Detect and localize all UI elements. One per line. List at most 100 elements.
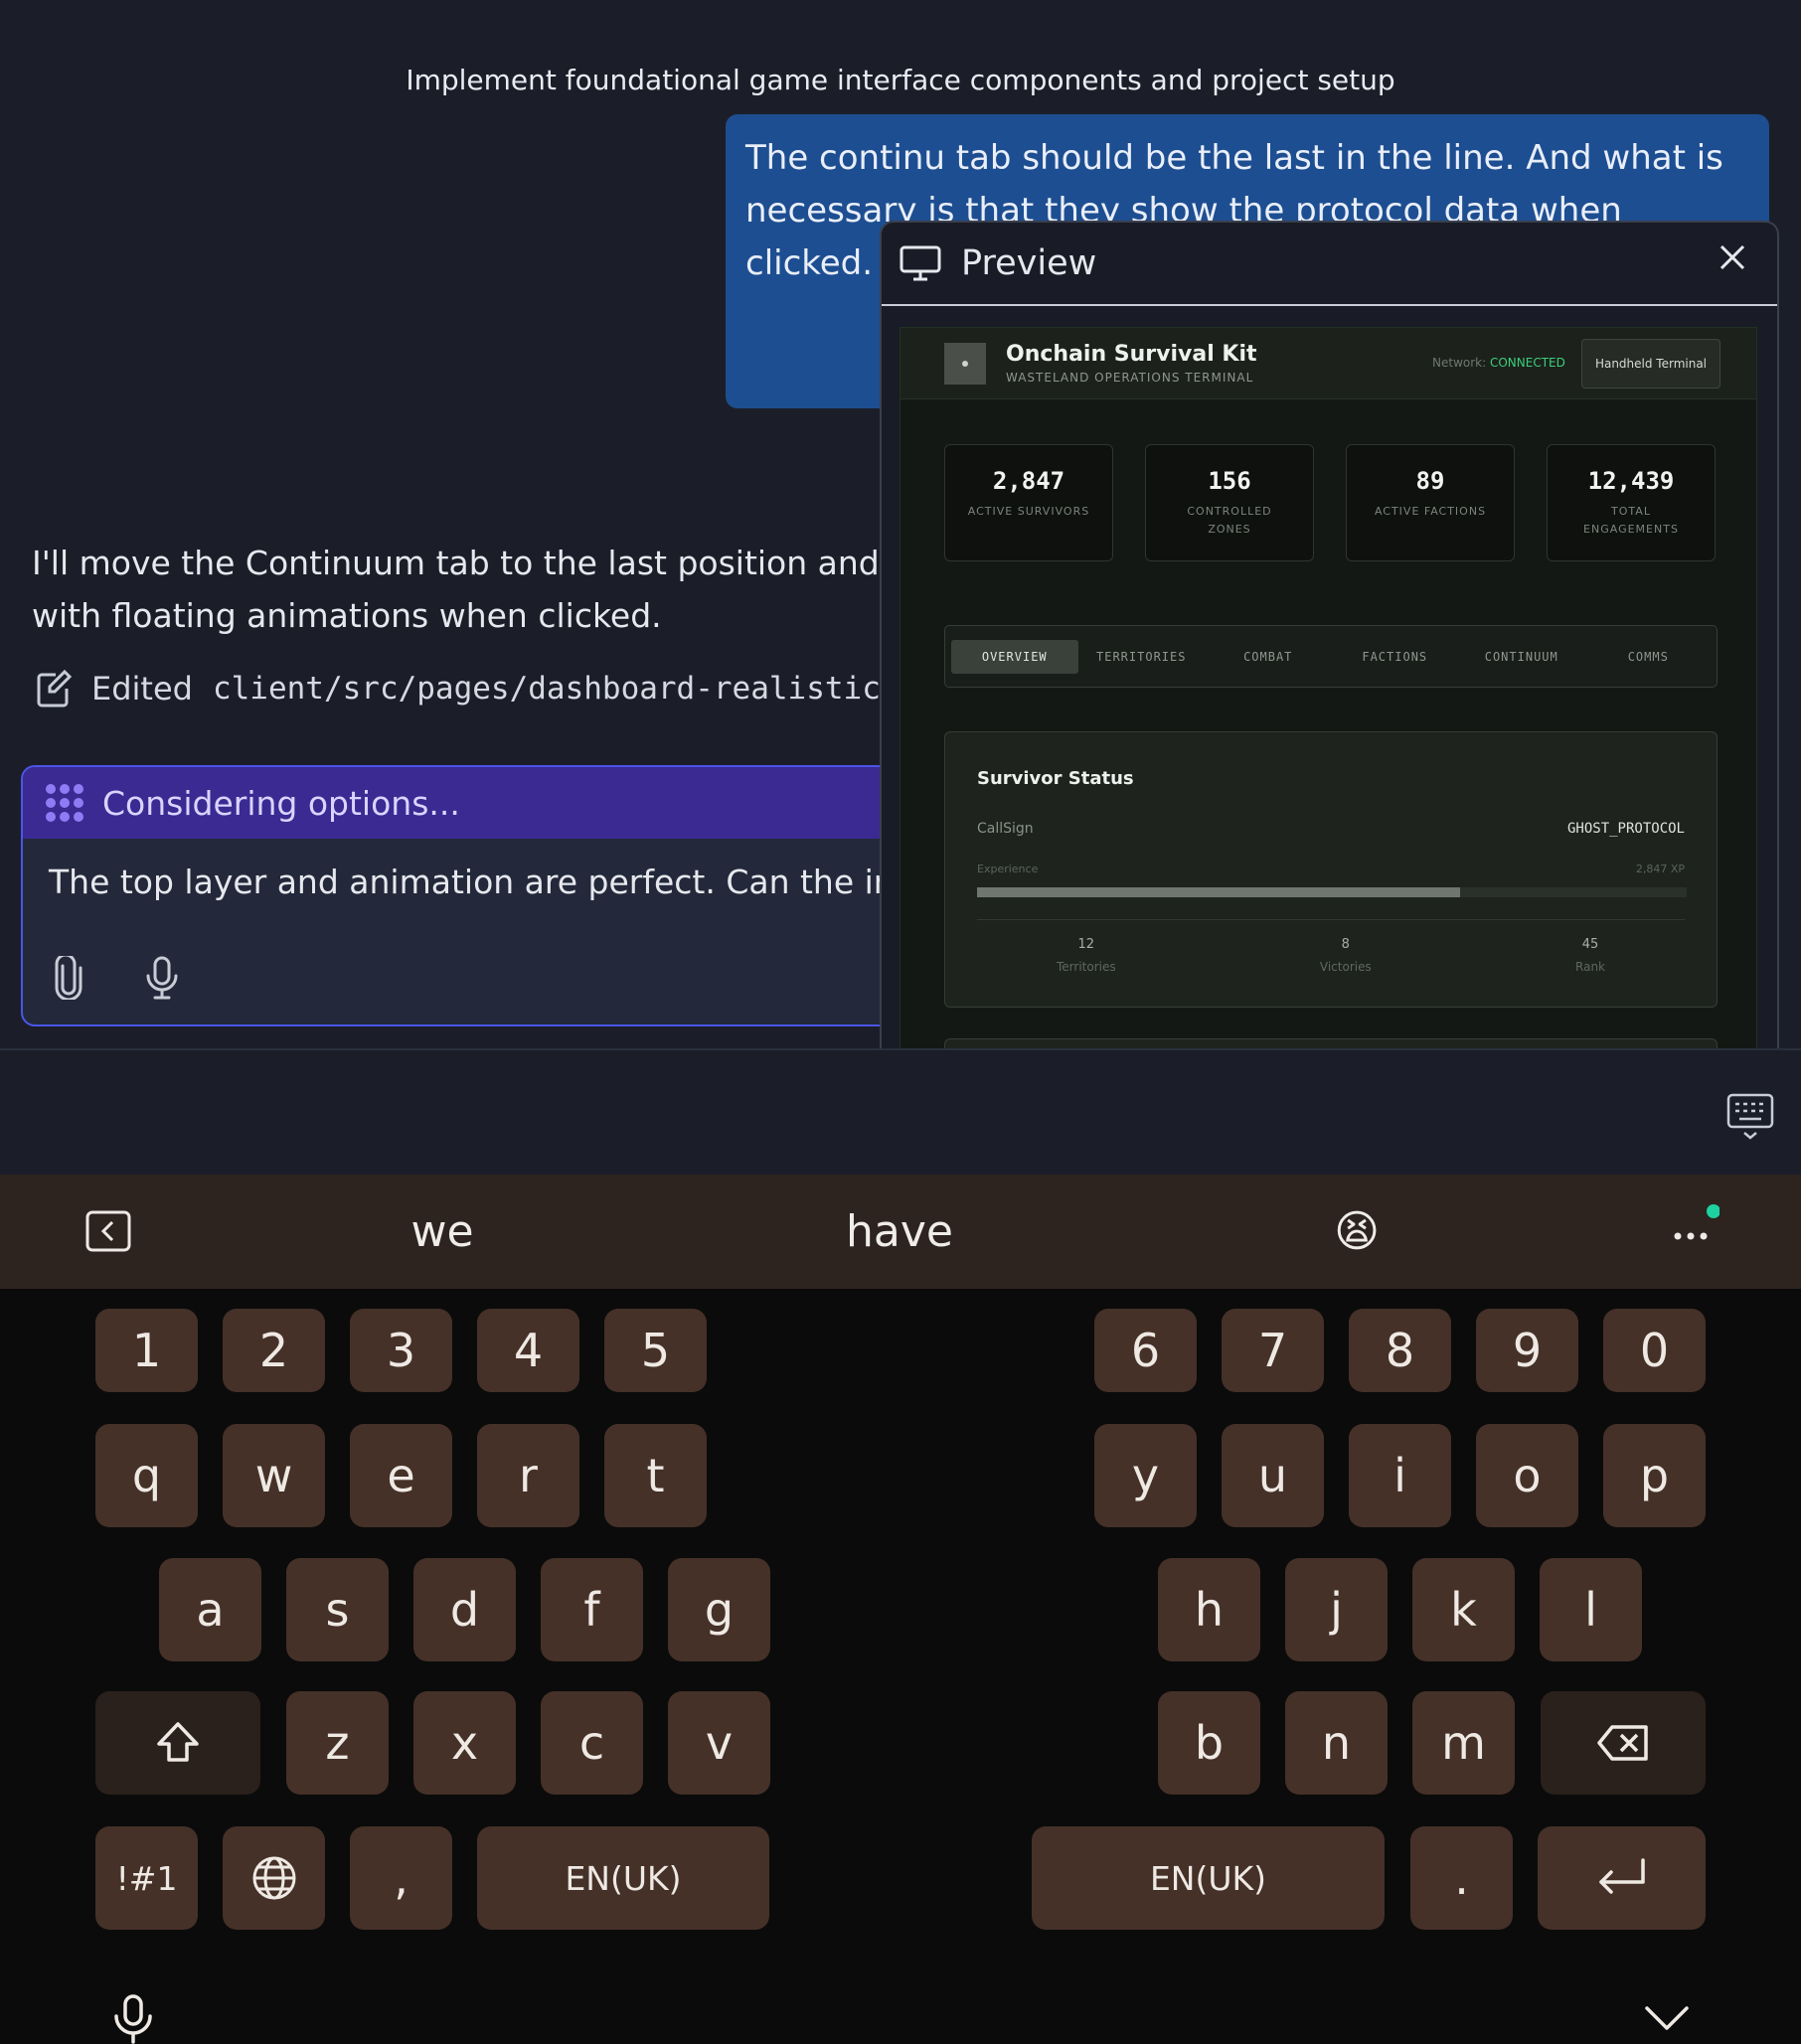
key-s[interactable]: s [286, 1558, 389, 1661]
game-subtitle: WASTELAND OPERATIONS TERMINAL [1006, 371, 1254, 385]
key-o[interactable]: o [1476, 1424, 1578, 1527]
enter-key[interactable] [1538, 1826, 1706, 1930]
back-arrow-icon[interactable] [85, 1210, 131, 1252]
suggestion-bar: we have 😫 [0, 1175, 1801, 1289]
edited-file-row[interactable]: Edited client/src/pages/dashboard-realis… [36, 664, 917, 713]
voice-input-icon[interactable] [111, 1994, 155, 2044]
key-k[interactable]: k [1412, 1558, 1515, 1661]
key-e[interactable]: e [350, 1424, 452, 1527]
keyboard-toggle-icon[interactable] [1725, 1091, 1775, 1141]
handheld-terminal-button[interactable]: Handheld Terminal [1581, 339, 1720, 389]
more-options-icon[interactable] [1670, 1202, 1719, 1252]
space-key-left[interactable]: EN(UK) [477, 1826, 769, 1930]
key-4[interactable]: 4 [477, 1309, 579, 1392]
preview-title: Preview [961, 243, 1097, 283]
edited-file-path: client/src/pages/dashboard-realistic.t [212, 671, 918, 707]
key-x[interactable]: x [413, 1691, 516, 1795]
key-z[interactable]: z [286, 1691, 389, 1795]
monitor-icon [900, 245, 941, 281]
key-l[interactable]: l [1540, 1558, 1642, 1661]
metric-label: Rank [1575, 960, 1605, 974]
key-u[interactable]: u [1222, 1424, 1324, 1527]
key-y[interactable]: y [1094, 1424, 1197, 1527]
key-n[interactable]: n [1285, 1691, 1388, 1795]
comma-key[interactable]: , [350, 1826, 452, 1930]
suggestion-emoji[interactable]: 😫 [1183, 1175, 1531, 1289]
key-i[interactable]: i [1349, 1424, 1451, 1527]
space-key-right[interactable]: EN(UK) [1032, 1826, 1385, 1930]
key-g[interactable]: g [668, 1558, 770, 1661]
key-d[interactable]: d [413, 1558, 516, 1661]
key-m[interactable]: m [1412, 1691, 1515, 1795]
key-j[interactable]: j [1285, 1558, 1388, 1661]
key-v[interactable]: v [668, 1691, 770, 1795]
language-key[interactable] [223, 1826, 325, 1930]
metric-label: Victories [1319, 960, 1372, 974]
attach-icon[interactable] [51, 956, 86, 1000]
agent-status-text: Considering options... [102, 783, 460, 823]
close-icon[interactable] [1718, 242, 1747, 272]
hide-keyboard-icon[interactable] [1643, 2002, 1691, 2032]
key-5[interactable]: 5 [604, 1309, 707, 1392]
stat-label: ACTIVE FACTIONS [1374, 505, 1487, 518]
key-2[interactable]: 2 [223, 1309, 325, 1392]
game-preview: Onchain Survival Kit WASTELAND OPERATION… [900, 327, 1757, 1048]
key-c[interactable]: c [541, 1691, 643, 1795]
tab-overview[interactable]: OVERVIEW [951, 639, 1078, 674]
key-t[interactable]: t [604, 1424, 707, 1527]
enter-icon [1598, 1858, 1645, 1894]
soft-keyboard: we have 😫 1234567890qwertyuiopasdfghjklz… [0, 1175, 1801, 2044]
key-6[interactable]: 6 [1094, 1309, 1197, 1392]
shift-icon [157, 1722, 199, 1762]
period-key[interactable]: . [1410, 1826, 1513, 1930]
metric-value: 12 [1077, 937, 1095, 952]
key-f[interactable]: f [541, 1558, 643, 1661]
stat-value: 12,439 [1587, 467, 1675, 495]
metric-label: Territories [1057, 960, 1116, 974]
key-r[interactable]: r [477, 1424, 579, 1527]
tab-continuum[interactable]: CONTINUUM [1458, 640, 1585, 674]
key-0[interactable]: 0 [1603, 1309, 1706, 1392]
key-7[interactable]: 7 [1222, 1309, 1324, 1392]
tab-territories[interactable]: TERRITORIES [1078, 640, 1206, 674]
preview-panel: Preview Onchain Survival Kit WASTELAND O… [880, 221, 1779, 1048]
key-9[interactable]: 9 [1476, 1309, 1578, 1392]
network-status: Network: CONNECTED [1432, 356, 1565, 370]
chat-area: Implement foundational game interface co… [0, 0, 1801, 1048]
network-label: Network: [1432, 356, 1487, 370]
backspace-icon [1597, 1725, 1648, 1761]
stat-label: CONTROLLED ZONES [1187, 505, 1272, 536]
callsign-label: CallSign [977, 821, 1034, 837]
backspace-key[interactable] [1541, 1691, 1706, 1795]
key-a[interactable]: a [159, 1558, 261, 1661]
stat-card: 89 ACTIVE FACTIONS [1346, 444, 1515, 561]
key-b[interactable]: b [1158, 1691, 1260, 1795]
edit-icon [37, 669, 72, 708]
tab-combat[interactable]: COMBAT [1205, 640, 1332, 674]
key-q[interactable]: q [95, 1424, 198, 1527]
key-3[interactable]: 3 [350, 1309, 452, 1392]
microphone-icon[interactable] [144, 956, 180, 1000]
survivor-status-card: Survivor Status CallSign GHOST_PROTOCOL … [944, 731, 1718, 1008]
preview-header: Preview [882, 223, 1777, 306]
stat-label: TOTAL ENGAGEMENTS [1583, 505, 1679, 536]
stat-value: 89 [1415, 467, 1445, 495]
key-1[interactable]: 1 [95, 1309, 198, 1392]
metric-territories: 12 Territories [1057, 934, 1116, 978]
key-w[interactable]: w [223, 1424, 325, 1527]
suggestion[interactable]: have [726, 1175, 1073, 1289]
key-h[interactable]: h [1158, 1558, 1260, 1661]
experience-bar [977, 887, 1687, 897]
shift-key[interactable] [95, 1691, 260, 1795]
stat-value: 2,847 [992, 467, 1065, 495]
experience-label: Experience [977, 863, 1039, 875]
tab-comms[interactable]: COMMS [1585, 640, 1713, 674]
symbols-key[interactable]: !#1 [95, 1826, 198, 1930]
tab-factions[interactable]: FACTIONS [1332, 640, 1459, 674]
game-logo [944, 342, 986, 385]
next-card [944, 1038, 1718, 1048]
key-8[interactable]: 8 [1349, 1309, 1451, 1392]
stat-card: 156 CONTROLLED ZONES [1145, 444, 1314, 561]
suggestion[interactable]: we [268, 1175, 616, 1289]
key-p[interactable]: p [1603, 1424, 1706, 1527]
